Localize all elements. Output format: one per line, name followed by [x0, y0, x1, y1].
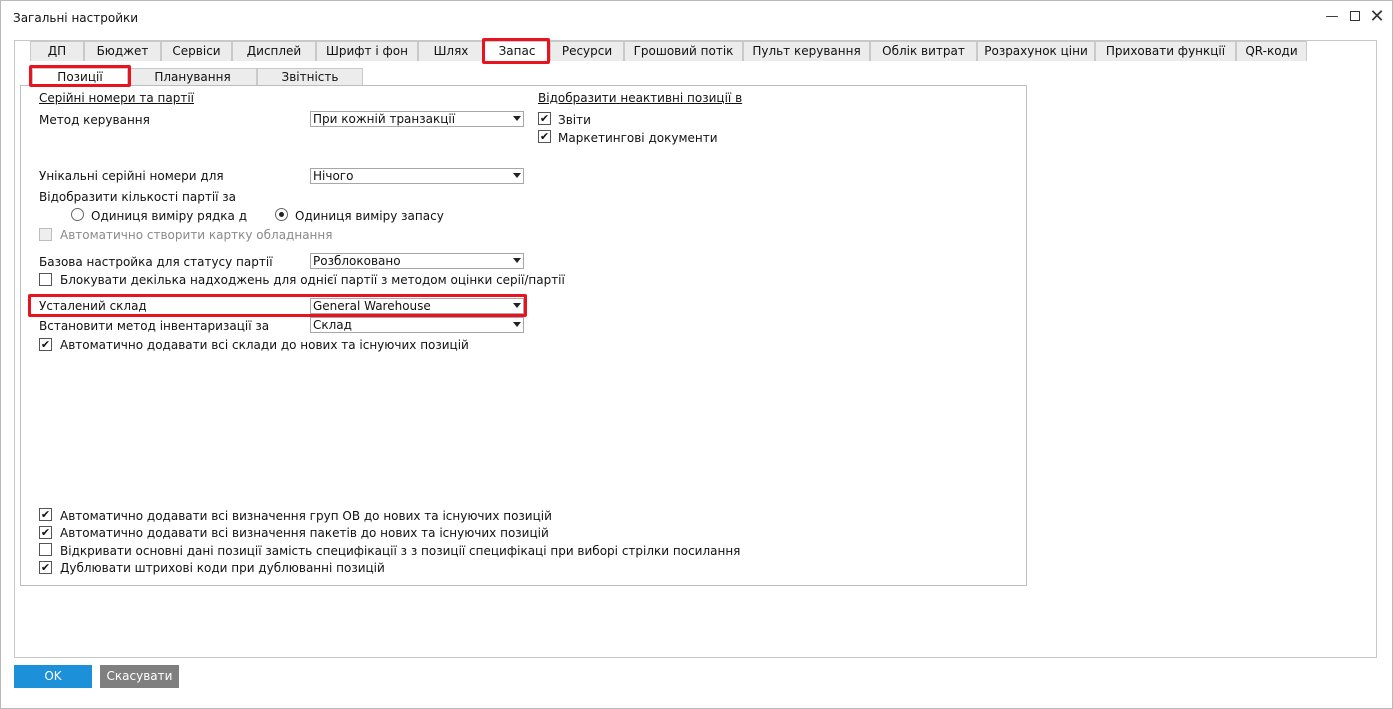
dropdown-arrow-icon [513, 322, 521, 327]
close-button[interactable]: ✕ [1366, 7, 1388, 27]
radio-row-unit-label: Одиниця виміру рядка доку [91, 209, 247, 223]
subtab-items[interactable]: Позиції [32, 68, 128, 86]
general-settings-window: Загальні настройки — ✕ ДП Бюджет Сервіси… [0, 0, 1393, 709]
dropdown-arrow-icon [513, 173, 521, 178]
batch-status-label: Базова настройка для статусу партії [39, 255, 273, 269]
management-method-label: Метод керування [39, 113, 150, 127]
ok-button[interactable]: OK [14, 665, 92, 688]
block-receipts-label: Блокувати декілька надходжень для однієї… [60, 273, 565, 287]
auto-groups-label: Автоматично додавати всі визначення груп… [60, 509, 552, 523]
maximize-button[interactable] [1344, 7, 1366, 27]
duplicate-barcodes-checkbox[interactable]: ✔ [39, 561, 52, 574]
auto-equipment-label: Автоматично створити картку обладнання [60, 228, 333, 242]
cancel-button[interactable]: Скасувати [100, 665, 179, 688]
unique-serial-value: Нічого [313, 169, 354, 183]
open-master-data-label: Відкривати основні дані позиції замість … [60, 544, 741, 558]
radio-row-unit[interactable] [71, 208, 84, 221]
reports-checkbox[interactable]: ✔ [538, 112, 551, 125]
radio-stock-unit[interactable] [275, 208, 288, 221]
tab-dp[interactable]: ДП [30, 41, 84, 61]
tab-price-calc[interactable]: Розрахунок ціни [977, 41, 1095, 61]
block-receipts-checkbox[interactable] [39, 273, 52, 286]
dropdown-arrow-icon [513, 303, 521, 308]
maximize-icon [1350, 11, 1360, 21]
tab-qr-codes[interactable]: QR-коди [1236, 41, 1307, 61]
open-master-data-checkbox[interactable] [39, 543, 52, 556]
inactive-items-heading: Відобразити неактивні позиції в [538, 91, 743, 105]
dropdown-arrow-icon [513, 258, 521, 263]
subtab-planning[interactable]: Планування [128, 68, 257, 86]
default-warehouse-value: General Warehouse [313, 299, 431, 313]
auto-packages-label: Автоматично додавати всі визначення паке… [60, 526, 549, 540]
subtab-reporting[interactable]: Звітність [257, 68, 363, 86]
tab-path[interactable]: Шлях [418, 41, 484, 61]
marketing-docs-checkbox[interactable]: ✔ [538, 130, 551, 143]
auto-groups-checkbox[interactable]: ✔ [39, 508, 52, 521]
auto-equipment-checkbox[interactable] [39, 228, 52, 241]
tab-cost-accounting[interactable]: Облік витрат [870, 41, 977, 61]
reports-label: Звіти [558, 113, 591, 127]
tab-services[interactable]: Сервіси [161, 41, 232, 61]
inventory-method-value: Склад [313, 318, 352, 332]
batch-status-select[interactable]: Розблоковано [310, 253, 524, 269]
unique-serial-select[interactable]: Нічого [310, 168, 524, 184]
tab-resources[interactable]: Ресурси [550, 41, 624, 61]
tab-display[interactable]: Дисплей [232, 41, 316, 61]
radio-stock-unit-label: Одиниця виміру запасу [295, 209, 444, 223]
management-method-select[interactable]: При кожній транзакції [310, 111, 524, 127]
auto-packages-checkbox[interactable]: ✔ [39, 526, 52, 539]
title-bar: Загальні настройки — ✕ [1, 1, 1392, 33]
duplicate-barcodes-label: Дублювати штрихові коди при дублюванні п… [60, 561, 385, 575]
tab-cockpit[interactable]: Пульт керування [743, 41, 870, 61]
management-method-value: При кожній транзакції [313, 112, 456, 126]
serial-batches-heading: Серійні номери та партії [39, 91, 194, 105]
tab-cash-flow[interactable]: Грошовий потік [624, 41, 743, 61]
tab-budget[interactable]: Бюджет [84, 41, 161, 61]
default-warehouse-label: Усталений склад [39, 299, 147, 313]
batch-status-value: Розблоковано [313, 254, 401, 268]
tab-inventory[interactable]: Запас [484, 41, 550, 61]
unique-serial-label: Унікальні серійні номери для [39, 169, 224, 183]
auto-add-warehouses-checkbox[interactable]: ✔ [39, 338, 52, 351]
inventory-method-label: Встановити метод інвентаризації за [39, 319, 270, 333]
auto-add-warehouses-label: Автоматично додавати всі склади до нових… [60, 338, 469, 352]
dropdown-arrow-icon [513, 116, 521, 121]
window-title: Загальні настройки [13, 11, 139, 25]
inventory-method-select[interactable]: Склад [310, 317, 524, 333]
tab-hide-functions[interactable]: Приховати функції [1095, 41, 1236, 61]
minimize-button[interactable]: — [1321, 7, 1343, 27]
tab-font-bg[interactable]: Шрифт і фон [316, 41, 418, 61]
marketing-docs-label: Маркетингові документи [558, 131, 718, 145]
batch-qty-label: Відобразити кількості партії за [39, 190, 237, 204]
default-warehouse-select[interactable]: General Warehouse [310, 298, 524, 314]
